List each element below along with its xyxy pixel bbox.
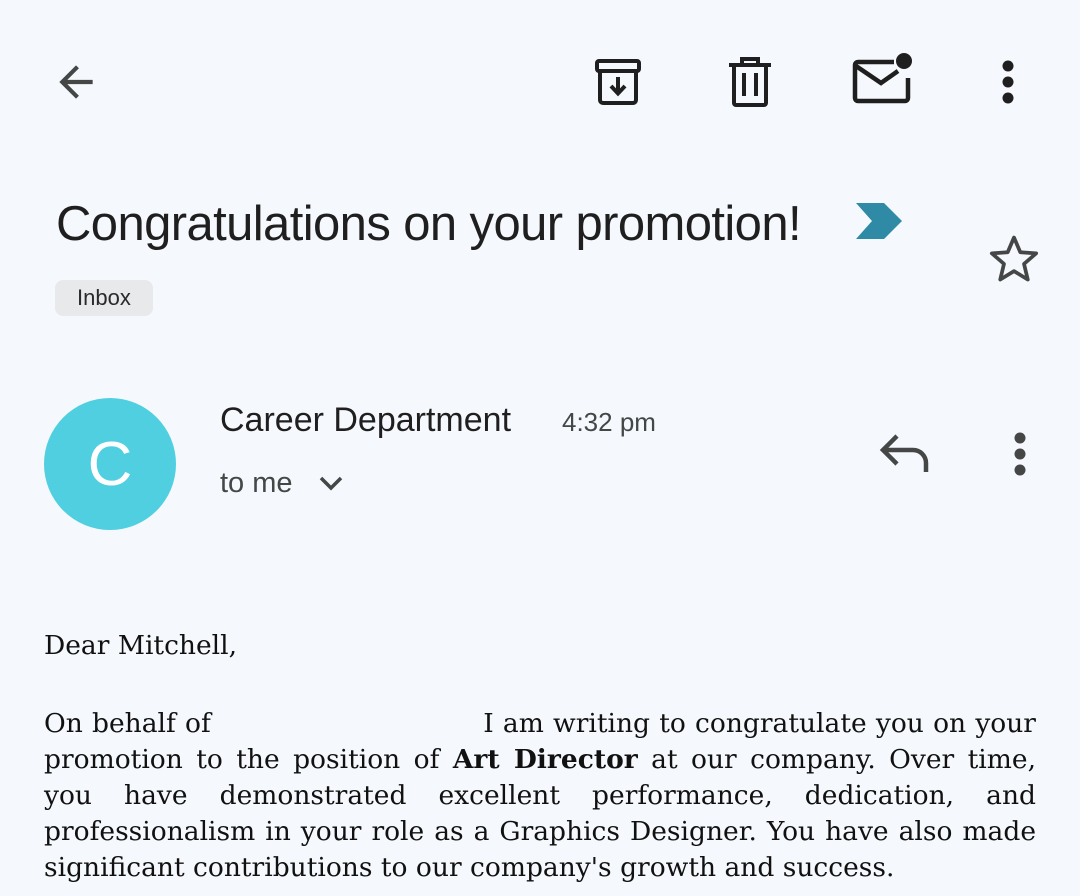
- back-button[interactable]: [44, 52, 108, 112]
- mark-unread-icon: [852, 53, 912, 104]
- body-text-intro: On behalf of: [44, 708, 211, 739]
- reply-button[interactable]: [872, 424, 938, 480]
- delete-button[interactable]: [718, 52, 782, 112]
- avatar-letter: C: [87, 429, 133, 499]
- mark-unread-button[interactable]: [850, 50, 916, 112]
- redacted-company-name: [220, 715, 474, 735]
- sent-time: 4:32 pm: [562, 407, 656, 437]
- more-options-button[interactable]: [984, 52, 1032, 112]
- trash-icon: [729, 57, 771, 107]
- reply-icon: [879, 434, 929, 472]
- archive-button[interactable]: [586, 52, 650, 112]
- star-button[interactable]: [982, 228, 1046, 290]
- more-vert-icon: [1002, 60, 1014, 104]
- email-paragraph: On behalf of I am writing to congratulat…: [44, 706, 1036, 886]
- email-greeting: Dear Mitchell,: [44, 630, 238, 661]
- arrow-back-icon: [59, 65, 93, 99]
- recipient-details-toggle[interactable]: to me: [220, 460, 345, 506]
- sender-name[interactable]: Career Department: [220, 398, 511, 442]
- archive-icon: [595, 59, 641, 105]
- important-marker-icon[interactable]: [854, 200, 904, 242]
- more-vert-icon: [1014, 432, 1026, 476]
- recipient-text: to me: [220, 466, 293, 499]
- email-subject: Congratulations on your promotion!: [56, 197, 802, 251]
- star-outline-icon: [989, 235, 1039, 282]
- message-more-options-button[interactable]: [996, 424, 1044, 484]
- email-body: Dear Mitchell, On behalf of I am writing…: [44, 626, 1036, 886]
- sender-avatar[interactable]: C: [44, 398, 176, 530]
- chevron-down-icon: [319, 476, 342, 491]
- new-role-title: Art Director: [452, 744, 638, 775]
- inbox-label-chip[interactable]: Inbox: [55, 280, 153, 316]
